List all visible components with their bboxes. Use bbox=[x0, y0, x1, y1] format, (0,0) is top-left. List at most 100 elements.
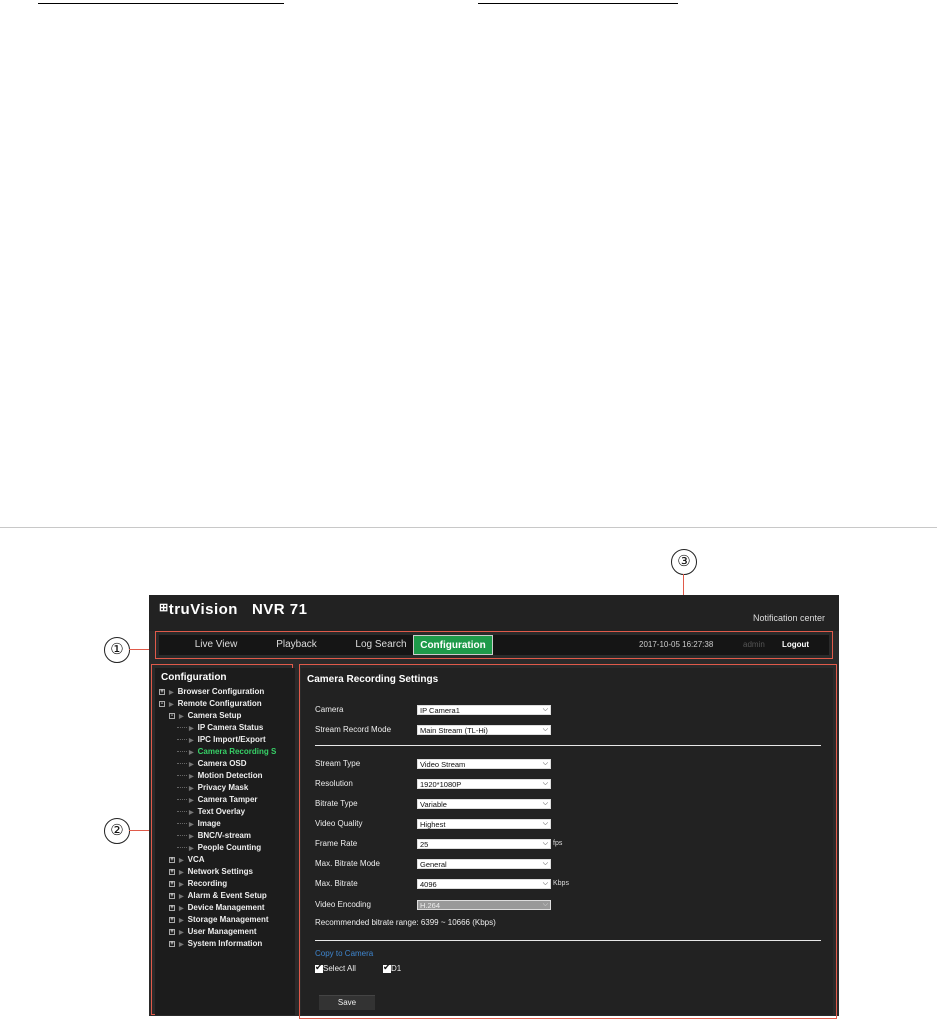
sidebar-item[interactable]: + ▶ VCA bbox=[159, 854, 293, 866]
sidebar-item-label: Browser Configuration bbox=[177, 687, 265, 696]
expand-icon[interactable]: + bbox=[169, 880, 175, 887]
config-tree: + ▶ Browser Configuration - ▶ Remote Configur… bbox=[159, 686, 293, 950]
sidebar-item[interactable]: ▶ Camera OSD bbox=[159, 758, 293, 770]
brand-logo: ⊞truVision NVR 71 bbox=[159, 601, 307, 618]
camera-select[interactable]: IP Camera1 ⌵ bbox=[417, 705, 551, 715]
bitrate-type-label: Bitrate Type bbox=[315, 799, 358, 808]
sidebar-item[interactable]: ▶ BNC/V-stream bbox=[159, 830, 293, 842]
callout-3: ③ bbox=[671, 549, 697, 575]
bitrate-type-select[interactable]: Variable ⌵ bbox=[417, 799, 551, 809]
sidebar-item[interactable]: + ▶ Recording bbox=[159, 878, 293, 890]
current-user: admin bbox=[743, 640, 765, 649]
nav-configuration[interactable]: Configuration bbox=[413, 635, 493, 655]
sidebar-item-label: Network Settings bbox=[187, 867, 253, 876]
stream-record-mode-value: Main Stream (TL-Hi) bbox=[420, 726, 488, 735]
top-rule-left bbox=[38, 3, 284, 4]
sidebar-item[interactable]: ▶ IPC Import/Export bbox=[159, 734, 293, 746]
sidebar-item[interactable]: ▶ Text Overlay bbox=[159, 806, 293, 818]
sidebar-item[interactable]: ▶ Camera Recording S bbox=[159, 746, 293, 758]
sidebar-item-label: Recording bbox=[187, 879, 228, 888]
frame-rate-select[interactable]: 25 ⌵ bbox=[417, 839, 551, 849]
logout-button[interactable]: Logout bbox=[782, 635, 809, 655]
stream-type-select[interactable]: Video Stream ⌵ bbox=[417, 759, 551, 769]
sidebar-item[interactable]: + ▶ Device Management bbox=[159, 902, 293, 914]
video-quality-label: Video Quality bbox=[315, 819, 363, 828]
resolution-select[interactable]: 1920*1080P ⌵ bbox=[417, 779, 551, 789]
tree-connector bbox=[177, 847, 187, 849]
tree-connector bbox=[177, 727, 187, 729]
chevron-down-icon: ⌵ bbox=[542, 840, 548, 847]
tree-connector bbox=[177, 787, 187, 789]
sidebar-item-label: IP Camera Status bbox=[197, 723, 264, 732]
sidebar-item-label: Alarm & Event Setup bbox=[187, 891, 267, 900]
nav-log-search[interactable]: Log Search bbox=[341, 635, 421, 655]
section-divider bbox=[315, 745, 821, 746]
max-bitrate-mode-value: General bbox=[420, 860, 447, 869]
stream-record-mode-select[interactable]: Main Stream (TL-Hi) ⌵ bbox=[417, 725, 551, 735]
max-bitrate-label: Max. Bitrate bbox=[315, 879, 358, 888]
check-icon: ✔ bbox=[383, 961, 391, 972]
sidebar-item[interactable]: - ▶ Remote Configuration bbox=[159, 698, 293, 710]
select-all-label: Select All bbox=[323, 964, 356, 973]
sidebar-item-label: Camera Tamper bbox=[197, 795, 258, 804]
stream-record-mode-label: Stream Record Mode bbox=[315, 725, 392, 734]
copy-to-camera-link[interactable]: Copy to Camera bbox=[315, 949, 373, 958]
sidebar-item[interactable]: ▶ People Counting bbox=[159, 842, 293, 854]
sidebar-item[interactable]: + ▶ User Management bbox=[159, 926, 293, 938]
page-divider bbox=[0, 527, 937, 528]
sidebar-item[interactable]: + ▶ Alarm & Event Setup bbox=[159, 890, 293, 902]
sidebar-item[interactable]: - ▶ Camera Setup bbox=[159, 710, 293, 722]
expand-icon[interactable]: + bbox=[169, 916, 175, 923]
arrow-right-icon: ▶ bbox=[179, 942, 184, 948]
d1-checkbox[interactable]: ✔ D1 bbox=[383, 961, 402, 973]
nav-playback[interactable]: Playback bbox=[259, 635, 334, 655]
sidebar-item[interactable]: ▶ Camera Tamper bbox=[159, 794, 293, 806]
chevron-down-icon: ⌵ bbox=[542, 760, 548, 767]
camera-value: IP Camera1 bbox=[420, 706, 460, 715]
expand-icon[interactable]: + bbox=[169, 940, 175, 947]
d1-checkbox-box[interactable]: ✔ bbox=[383, 961, 391, 973]
sidebar-item[interactable]: + ▶ Storage Management bbox=[159, 914, 293, 926]
max-bitrate-select[interactable]: 4096 ⌵ bbox=[417, 879, 551, 889]
chevron-down-icon: ⌵ bbox=[542, 726, 548, 733]
main-nav: Live View Playback Log Search Configurat… bbox=[159, 635, 829, 655]
sidebar-item[interactable]: + ▶ Network Settings bbox=[159, 866, 293, 878]
sidebar-item[interactable]: ▶ IP Camera Status bbox=[159, 722, 293, 734]
sidebar-item-label: BNC/V-stream bbox=[197, 831, 251, 840]
max-bitrate-mode-select[interactable]: General ⌵ bbox=[417, 859, 551, 869]
video-quality-select[interactable]: Highest ⌵ bbox=[417, 819, 551, 829]
chevron-down-icon: ⌵ bbox=[542, 706, 548, 713]
sidebar-item-label: Privacy Mask bbox=[197, 783, 249, 792]
sidebar-title: Configuration bbox=[161, 672, 227, 683]
tree-connector bbox=[177, 739, 187, 741]
frame-rate-label: Frame Rate bbox=[315, 839, 358, 848]
stream-type-value: Video Stream bbox=[420, 760, 466, 769]
sidebar-item-label: Text Overlay bbox=[197, 807, 246, 816]
sidebar-item-label: VCA bbox=[187, 855, 205, 864]
notification-center-link[interactable]: Notification center bbox=[753, 613, 825, 623]
expand-icon[interactable]: + bbox=[159, 688, 165, 695]
d1-label: D1 bbox=[391, 964, 402, 973]
collapse-icon[interactable]: - bbox=[169, 712, 175, 719]
select-all-checkbox-box[interactable]: ✔ bbox=[315, 962, 323, 973]
sidebar-item[interactable]: + ▶ Browser Configuration bbox=[159, 686, 293, 698]
content-panel: Camera Recording Settings Camera IP Came… bbox=[301, 668, 833, 1015]
chevron-down-icon: ⌵ bbox=[542, 820, 548, 827]
expand-icon[interactable]: + bbox=[169, 856, 175, 863]
nav-live-view[interactable]: Live View bbox=[171, 635, 261, 655]
select-all-checkbox[interactable]: ✔ Select All bbox=[315, 962, 356, 973]
save-button[interactable]: Save bbox=[319, 995, 375, 1010]
collapse-icon[interactable]: - bbox=[159, 700, 165, 707]
sidebar-item-label: Camera Setup bbox=[187, 711, 242, 720]
sidebar-item-label: Device Management bbox=[187, 903, 265, 912]
expand-icon[interactable]: + bbox=[169, 868, 175, 875]
sidebar-item[interactable]: ▶ Motion Detection bbox=[159, 770, 293, 782]
sidebar-item[interactable]: ▶ Privacy Mask bbox=[159, 782, 293, 794]
expand-icon[interactable]: + bbox=[169, 904, 175, 911]
sidebar-item[interactable]: ▶ Image bbox=[159, 818, 293, 830]
sidebar-item[interactable]: + ▶ System Information bbox=[159, 938, 293, 950]
max-bitrate-unit: Kbps bbox=[553, 880, 569, 887]
sidebar-item-label: IPC Import/Export bbox=[197, 735, 266, 744]
expand-icon[interactable]: + bbox=[169, 892, 175, 899]
expand-icon[interactable]: + bbox=[169, 928, 175, 935]
